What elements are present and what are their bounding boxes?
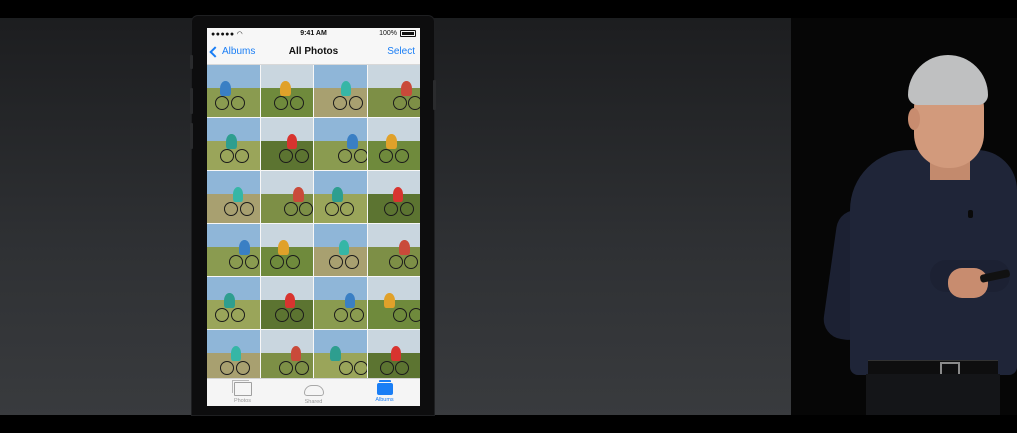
photos-icon [231,380,252,396]
tab-label: Shared [304,398,323,405]
photo-grid [207,65,420,382]
navigation-bar: Albums All Photos Select [207,41,420,65]
phone-screen: ●●●●● ◠ 9:41 AM 100% Albums All Photos S… [207,28,420,406]
status-bar: ●●●●● ◠ 9:41 AM 100% [207,28,420,41]
mute-switch [190,55,193,69]
photo-thumbnail[interactable] [260,224,313,276]
photo-thumbnail[interactable] [367,277,420,329]
presenter-photo [821,50,1017,415]
photo-thumbnail[interactable] [314,277,367,329]
photo-thumbnail[interactable] [260,330,313,382]
letterbox-bottom [0,415,1017,433]
photo-thumbnail[interactable] [367,330,420,382]
photo-thumbnail[interactable] [207,330,260,382]
photo-thumbnail[interactable] [207,224,260,276]
tab-albums[interactable]: Albums [360,380,410,403]
photo-thumbnail[interactable] [367,118,420,170]
photo-thumbnail[interactable] [260,171,313,223]
battery-percent: 100% [379,30,397,37]
volume-up-button [190,88,193,114]
photo-thumbnail[interactable] [207,118,260,170]
photo-thumbnail[interactable] [314,224,367,276]
photo-thumbnail[interactable] [260,118,313,170]
tab-label: Photos [233,398,252,404]
photo-thumbnail[interactable] [207,65,260,117]
tab-label: Albums [375,397,394,403]
photo-thumbnail[interactable] [260,65,313,117]
volume-down-button [190,123,193,149]
photo-thumbnail[interactable] [367,224,420,276]
photo-thumbnail[interactable] [314,330,367,382]
letterbox-top [0,0,1017,18]
select-button[interactable]: Select [387,46,415,57]
photo-thumbnail[interactable] [314,65,367,117]
photo-thumbnail[interactable] [260,277,313,329]
photo-thumbnail[interactable] [207,171,260,223]
presenter-hair [908,55,988,105]
tab-bar: Photos Shared Albums [207,378,420,406]
photo-thumbnail[interactable] [367,171,420,223]
photo-thumbnail[interactable] [314,118,367,170]
tab-photos[interactable]: Photos [218,380,268,404]
photo-thumbnail[interactable] [367,65,420,117]
lapel-mic [968,210,973,218]
power-button [433,80,436,110]
tab-shared[interactable]: Shared [289,382,339,405]
albums-icon [376,380,393,395]
photo-thumbnail[interactable] [314,171,367,223]
battery-icon [400,30,416,37]
cloud-icon [303,384,324,396]
presenter-belt [868,360,998,375]
photo-thumbnail[interactable] [207,277,260,329]
